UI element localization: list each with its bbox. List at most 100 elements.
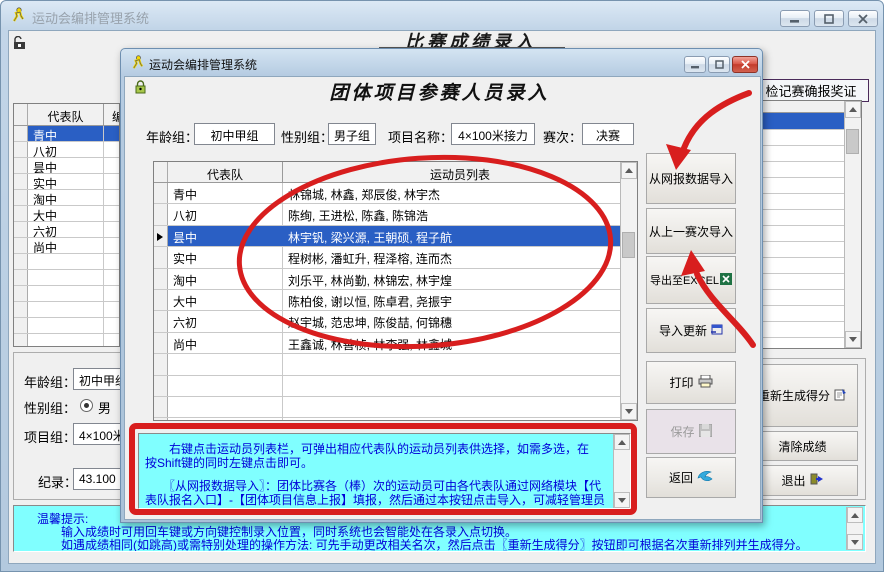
export-excel-button[interactable]: 导出至EXCEL (646, 256, 736, 304)
bg-team-row-empty[interactable] (14, 318, 119, 334)
save-button[interactable]: 保存 (646, 409, 736, 454)
bg-right-row[interactable] (758, 306, 845, 322)
athletes-table-scrollbar[interactable] (620, 162, 637, 420)
athlete-row[interactable]: 青中林锦城, 林鑫, 郑辰俊, 林宇杰 (154, 183, 637, 204)
bg-event-label: 项目组： (24, 427, 76, 446)
bg-gender-radio[interactable] (80, 399, 93, 412)
scroll-up-button[interactable] (847, 507, 863, 523)
age-group-label: 年龄组： (146, 127, 198, 146)
main-close-button[interactable] (848, 10, 878, 27)
scroll-thumb[interactable] (622, 232, 635, 258)
scroll-thumb[interactable] (846, 129, 859, 154)
tips-scrollbar[interactable] (846, 507, 863, 550)
scroll-down-button[interactable] (847, 534, 863, 550)
bg-age-label: 年龄组： (24, 372, 76, 391)
bg-right-row[interactable] (758, 322, 845, 338)
bg-right-row[interactable] (758, 178, 845, 194)
athlete-row-empty[interactable] (154, 418, 637, 421)
gender-group-field[interactable]: 男子组 (328, 123, 376, 145)
age-group-field[interactable]: 初中甲组 (194, 123, 275, 145)
athlete-row-empty[interactable] (154, 397, 637, 418)
bg-team-row-empty[interactable] (14, 286, 119, 302)
dialog-restore-button[interactable] (708, 56, 730, 73)
scroll-up-button[interactable] (621, 162, 637, 179)
athlete-row-empty[interactable] (154, 376, 637, 397)
bg-record-field[interactable]: 43.100 (73, 468, 123, 490)
round-label: 赛次： (543, 127, 582, 146)
clear-score-button[interactable]: 清除成绩 (747, 431, 858, 461)
dialog-minimize-button[interactable] (684, 56, 706, 73)
athlete-row[interactable]: 淘中刘乐平, 林尚勤, 林锦宏, 林宇煌 (154, 269, 637, 290)
scroll-up-button[interactable] (614, 434, 630, 450)
dialog-window: 运动会编排管理系统 团体项目参赛人员录入 年龄组： 初中甲组 性别组： 男子组 … (120, 48, 763, 523)
bg-right-row[interactable] (758, 258, 845, 274)
bg-col-code: 编 (104, 104, 119, 125)
bg-right-row[interactable] (758, 194, 845, 210)
bg-col-team: 代表队 (28, 104, 104, 125)
bg-right-scrollbar[interactable] (844, 101, 861, 348)
bg-team-row[interactable]: 淘中 (14, 190, 119, 206)
import-window-icon (711, 324, 723, 338)
main-minimize-button[interactable] (780, 10, 810, 27)
print-button[interactable]: 打印 (646, 361, 736, 404)
athlete-row[interactable]: 大中陈柏俊, 谢以恒, 陈卓君, 尧振宇 (154, 290, 637, 311)
athlete-row-selected[interactable]: 昙中林宇钒, 梁兴源, 王朝硕, 程子航 (154, 226, 637, 247)
bg-team-row-empty[interactable] (14, 270, 119, 286)
scroll-down-button[interactable] (614, 492, 630, 508)
bg-right-row[interactable] (758, 242, 845, 258)
event-name-label: 项目名称： (388, 127, 453, 146)
import-net-label: 从网报数据导入 (649, 170, 733, 187)
bg-team-row[interactable]: 尚中 (14, 238, 119, 254)
bg-right-row[interactable] (758, 162, 845, 178)
athlete-row[interactable]: 实中程树彬, 潘虹升, 程泽榕, 连而杰 (154, 247, 637, 268)
import-net-button[interactable]: 从网报数据导入 (646, 153, 736, 204)
athlete-row-empty[interactable] (154, 354, 637, 375)
scroll-down-button[interactable] (845, 331, 861, 348)
app-runner-icon (10, 7, 26, 26)
dialog-heading: 团体项目参赛人员录入 (121, 78, 758, 105)
corner-cert-button[interactable]: 检记赛确报奖证 (753, 79, 869, 102)
athlete-row[interactable]: 尚中王鑫诚, 林善桢, 林李强, 林鑫城 (154, 333, 637, 354)
bg-team-row[interactable]: 昙中 (14, 158, 119, 174)
bg-right-selected-row[interactable] (758, 113, 845, 130)
bg-record-label: 纪录： (38, 472, 77, 491)
bg-team-row[interactable]: 青中 (14, 126, 119, 142)
bg-age-field[interactable]: 初中甲组 (73, 368, 123, 390)
save-label: 保存 (670, 423, 694, 440)
back-label: 返回 (669, 469, 693, 486)
main-restore-button[interactable] (814, 10, 844, 27)
dialog-close-button[interactable] (732, 56, 758, 73)
bg-right-row[interactable] (758, 274, 845, 290)
current-row-marker (157, 233, 163, 241)
bg-right-row[interactable] (758, 130, 845, 146)
bg-team-row[interactable]: 实中 (14, 174, 119, 190)
bg-team-row-empty[interactable] (14, 334, 119, 347)
help-scrollbar[interactable] (613, 434, 630, 508)
scroll-up-button[interactable] (845, 101, 861, 118)
screen: 运动会编排管理系统 比赛成绩录入 检记赛确报奖证 代表队 编 青中 八初 昙中 … (0, 0, 884, 572)
import-prev-round-button[interactable]: 从上一赛次导入 (646, 208, 736, 254)
bg-event-field[interactable]: 4×100米 (73, 423, 123, 445)
exit-door-icon (810, 473, 824, 488)
bg-right-row[interactable] (758, 210, 845, 226)
exit-button[interactable]: 退出 (747, 465, 858, 496)
bg-right-row[interactable] (758, 146, 845, 162)
athletes-table: 代表队 运动员列表 青中林锦城, 林鑫, 郑辰俊, 林宇杰 八初陈绚, 王进松,… (153, 161, 638, 421)
round-field[interactable]: 决赛 (582, 123, 634, 145)
import-update-button[interactable]: 导入更新 (646, 308, 736, 353)
event-name-field[interactable]: 4×100米接力 (451, 123, 535, 145)
athlete-row[interactable]: 六初赵宇城, 范忠坤, 陈俊喆, 何锦穗 (154, 311, 637, 332)
bg-header-gutter (14, 104, 28, 125)
bg-right-row[interactable] (758, 226, 845, 242)
scroll-down-button[interactable] (621, 403, 637, 420)
bg-team-row[interactable]: 大中 (14, 206, 119, 222)
bg-team-row[interactable]: 六初 (14, 222, 119, 238)
bg-right-row[interactable] (758, 290, 845, 306)
bg-team-row-empty[interactable] (14, 254, 119, 270)
bg-team-row-empty[interactable] (14, 302, 119, 318)
athlete-row[interactable]: 八初陈绚, 王进松, 陈鑫, 陈锦浩 (154, 204, 637, 225)
back-button[interactable]: 返回 (646, 457, 736, 498)
regen-score-button[interactable]: 重新生成得分 (747, 364, 858, 427)
print-label: 打印 (669, 374, 693, 391)
bg-team-row[interactable]: 八初 (14, 142, 119, 158)
